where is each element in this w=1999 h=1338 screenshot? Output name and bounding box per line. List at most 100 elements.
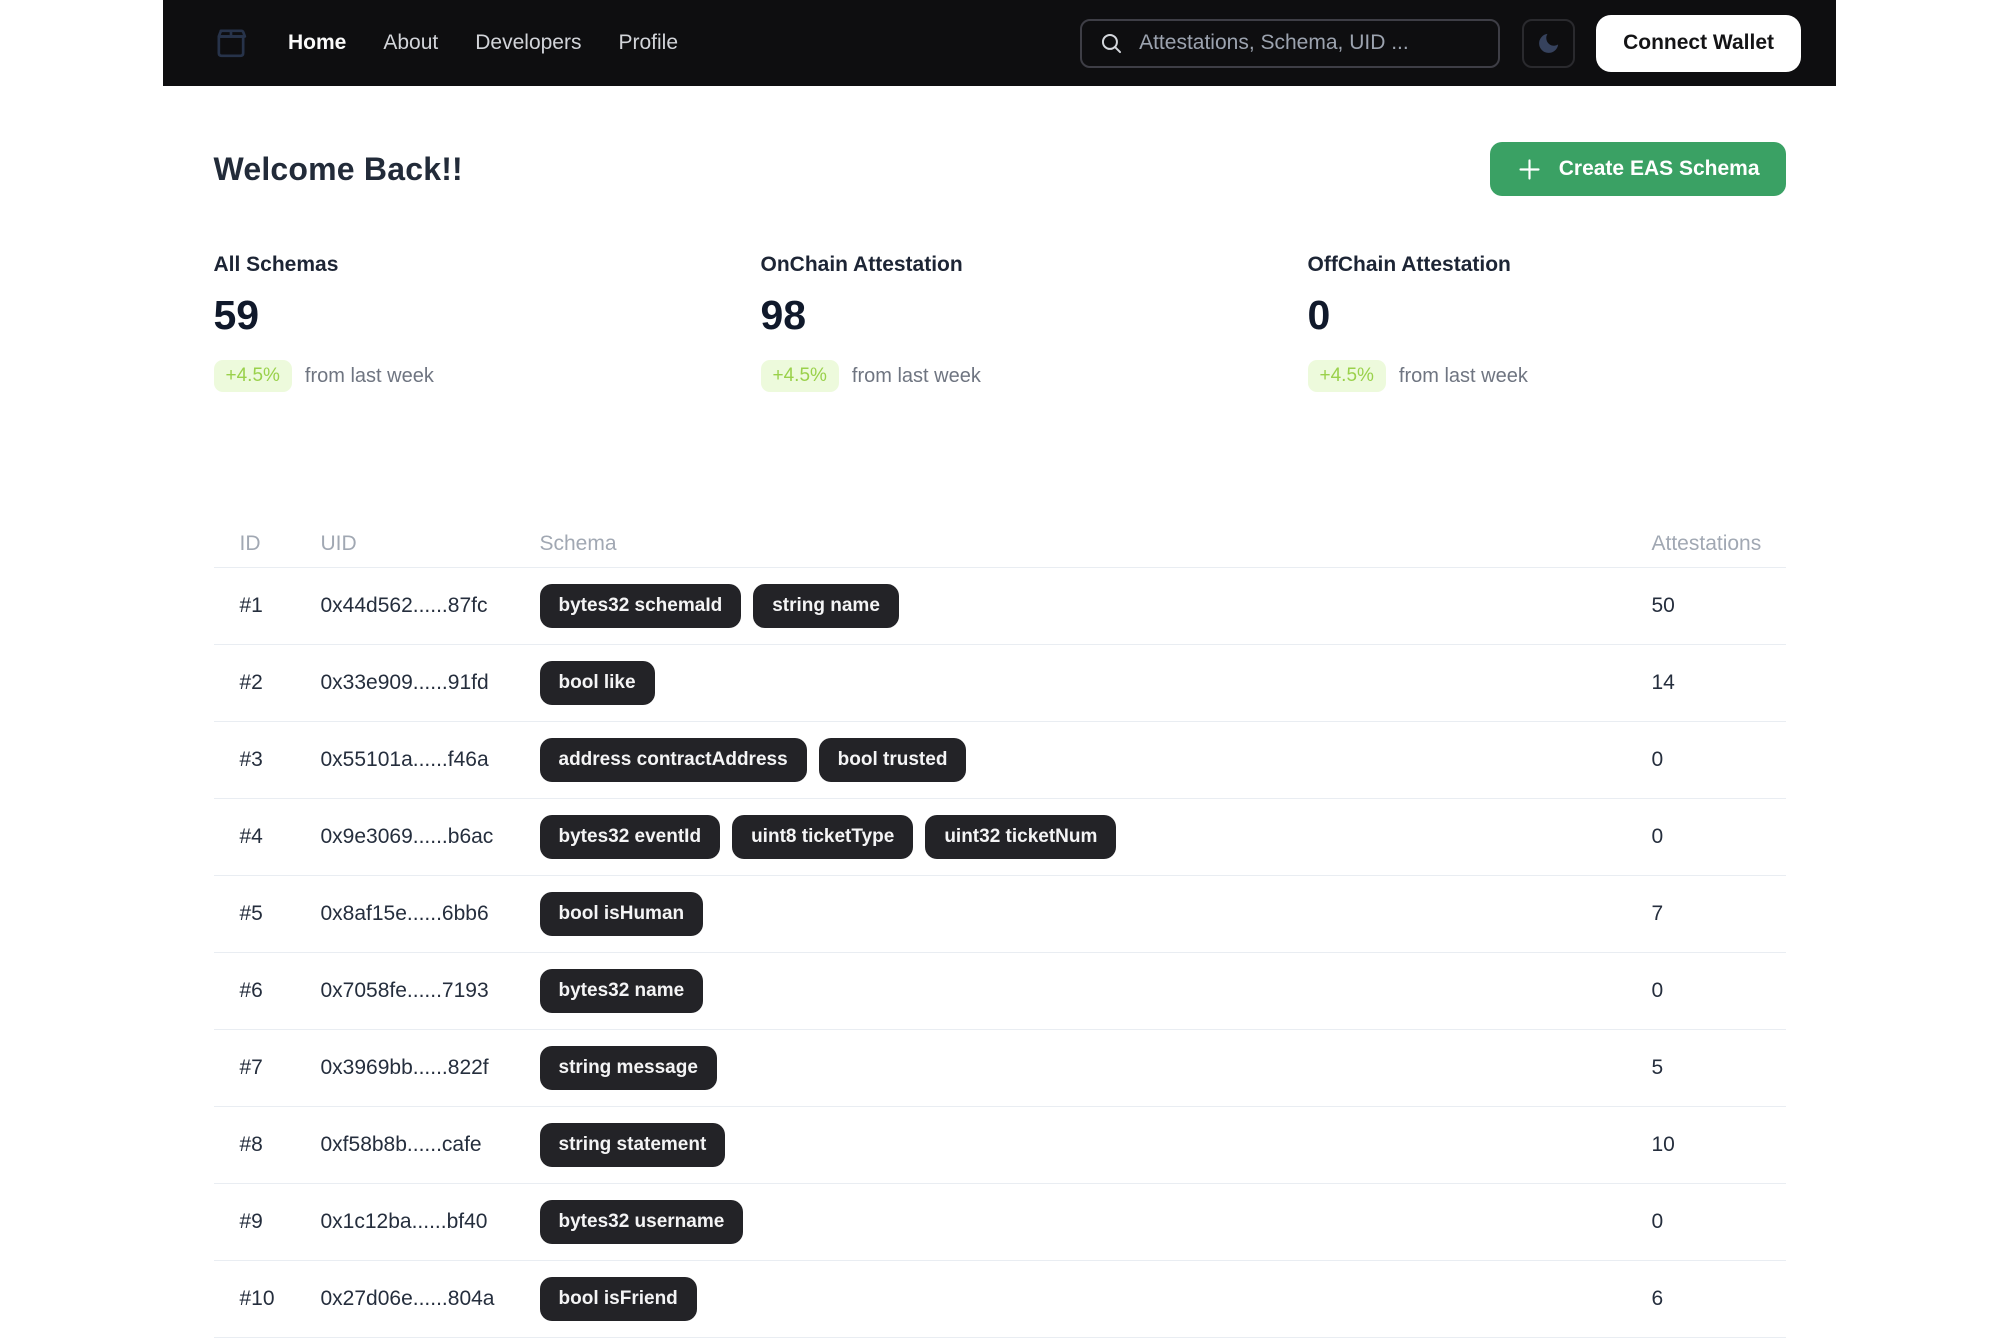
change-badge: +4.5% (213, 360, 292, 392)
row-id: #6 (239, 979, 263, 1002)
schema-field-pill: string name (753, 584, 899, 628)
schema-field-pill: bool isFriend (539, 1277, 697, 1321)
row-attestations: 0 (1651, 979, 1664, 1002)
row-schema-pills: address contractAddress bool trusted (539, 738, 1652, 782)
row-id: #10 (239, 1287, 275, 1310)
row-id: #8 (239, 1133, 263, 1156)
row-uid: 0x8af15e......6bb6 (320, 902, 489, 925)
row-schema-pills: bytes32 name (539, 969, 1652, 1013)
row-schema-pills: bool like (539, 661, 1652, 705)
row-uid: 0x44d562......87fc (320, 594, 488, 617)
stat-label: All Schemas (213, 253, 339, 276)
row-attestations: 6 (1651, 1287, 1664, 1310)
row-uid: 0x55101a......f46a (320, 748, 489, 771)
nav-links: Home About Developers Profile (288, 31, 678, 55)
stat-card-onchain-attestation: OnChain Attestation 98 +4.5% from last w… (760, 253, 1239, 392)
table-row[interactable]: #5 0x8af15e......6bb6 bool isHuman 7 (213, 876, 1786, 953)
schema-field-pill: string statement (539, 1123, 726, 1167)
theme-toggle-button[interactable] (1522, 18, 1576, 68)
nav-item-about[interactable]: About (383, 31, 438, 55)
row-schema-pills: bool isHuman (539, 892, 1652, 936)
column-header-schema: Schema (539, 531, 617, 555)
row-uid: 0x27d06e......804a (320, 1287, 495, 1310)
search-placeholder: Attestations, Schema, UID ... (1139, 31, 1409, 54)
create-eas-schema-button[interactable]: Create EAS Schema (1489, 142, 1786, 196)
schema-field-pill: bool isHuman (539, 892, 704, 936)
stat-value: 0 (1307, 292, 1331, 338)
stat-label: OnChain Attestation (760, 253, 963, 276)
row-id: #5 (239, 902, 263, 925)
package-icon (217, 29, 247, 58)
column-header-uid: UID (320, 531, 357, 555)
row-schema-pills: bool isFriend (539, 1277, 1652, 1321)
schemas-table: ID UID Schema Attestations #1 0x44d562..… (213, 520, 1786, 1338)
table-row[interactable]: #7 0x3969bb......822f string message 5 (213, 1030, 1786, 1107)
table-row[interactable]: #3 0x55101a......f46a address contractAd… (213, 722, 1786, 799)
table-row[interactable]: #4 0x9e3069......b6ac bytes32 eventId uin… (213, 799, 1786, 876)
page-title: Welcome Back!! (213, 150, 463, 187)
schema-field-pill: bytes32 name (539, 969, 704, 1013)
stat-value: 98 (760, 292, 807, 338)
row-uid: 0x1c12ba......bf40 (320, 1210, 488, 1233)
schema-field-pill: bool like (539, 661, 655, 705)
change-note: from last week (304, 364, 434, 387)
stats-section: All Schemas 59 +4.5% from last week OnCh… (213, 253, 1786, 392)
change-badge: +4.5% (760, 360, 839, 392)
navbar: Home About Developers Profile Attestatio… (163, 0, 1836, 86)
table-row[interactable]: #8 0xf58b8b......cafe string statement 1… (213, 1107, 1786, 1184)
connect-wallet-button[interactable]: Connect Wallet (1596, 14, 1801, 72)
change-note: from last week (1398, 364, 1528, 387)
row-attestations: 7 (1651, 902, 1664, 925)
row-uid: 0x3969bb......822f (320, 1056, 489, 1079)
row-uid: 0x7058fe......7193 (320, 979, 489, 1002)
stat-label: OffChain Attestation (1307, 253, 1511, 276)
nav-item-developers[interactable]: Developers (475, 31, 581, 55)
nav-item-home[interactable]: Home (288, 31, 346, 55)
schema-field-pill: bytes32 eventId (539, 815, 721, 859)
schema-field-pill: uint32 ticketNum (925, 815, 1117, 859)
row-id: #2 (239, 671, 263, 694)
stat-card-all-schemas: All Schemas 59 +4.5% from last week (213, 253, 692, 392)
moon-icon (1538, 33, 1558, 53)
row-attestations: 10 (1651, 1133, 1675, 1156)
row-schema-pills: bytes32 schemaId string name (539, 584, 1652, 628)
schema-field-pill: string message (539, 1046, 717, 1090)
row-id: #1 (239, 594, 263, 617)
column-header-id: ID (239, 531, 261, 555)
row-attestations: 14 (1651, 671, 1675, 694)
search-icon (1102, 33, 1122, 53)
row-uid: 0x9e3069......b6ac (320, 825, 494, 848)
row-id: #7 (239, 1056, 263, 1079)
schema-field-pill: bytes32 username (539, 1200, 744, 1244)
table-header: ID UID Schema Attestations (213, 520, 1786, 568)
schema-field-pill: uint8 ticketType (732, 815, 914, 859)
row-attestations: 0 (1651, 825, 1664, 848)
schema-field-pill: bytes32 schemaId (539, 584, 742, 628)
search-input[interactable]: Attestations, Schema, UID ... (1080, 18, 1501, 68)
row-schema-pills: bytes32 username (539, 1200, 1652, 1244)
table-row[interactable]: #6 0x7058fe......7193 bytes32 name 0 (213, 953, 1786, 1030)
row-attestations: 50 (1651, 594, 1675, 617)
row-schema-pills: string statement (539, 1123, 1652, 1167)
schema-field-pill: address contractAddress (539, 738, 807, 782)
nav-item-profile[interactable]: Profile (618, 31, 678, 55)
row-attestations: 5 (1651, 1056, 1664, 1079)
row-schema-pills: bytes32 eventId uint8 ticketType uint32 ti… (539, 815, 1652, 859)
row-schema-pills: string message (539, 1046, 1652, 1090)
table-row[interactable]: #1 0x44d562......87fc bytes32 schemaId st… (213, 568, 1786, 645)
table-row[interactable]: #2 0x33e909......91fd bool like 14 (213, 645, 1786, 722)
app-logo[interactable] (211, 23, 251, 63)
main-content: Welcome Back!! Create EAS Schema All Sch… (213, 142, 1786, 1338)
row-id: #9 (239, 1210, 263, 1233)
row-id: #4 (239, 825, 263, 848)
table-row[interactable]: #9 0x1c12ba......bf40 bytes32 username 0 (213, 1184, 1786, 1261)
change-badge: +4.5% (1307, 360, 1386, 392)
row-uid: 0x33e909......91fd (320, 671, 489, 694)
row-id: #3 (239, 748, 263, 771)
create-button-label: Create EAS Schema (1558, 157, 1760, 180)
row-attestations: 0 (1651, 748, 1664, 771)
schema-field-pill: bool trusted (818, 738, 967, 782)
table-body: #1 0x44d562......87fc bytes32 schemaId st… (213, 568, 1786, 1338)
table-row[interactable]: #10 0x27d06e......804a bool isFriend 6 (213, 1261, 1786, 1338)
change-note: from last week (851, 364, 981, 387)
